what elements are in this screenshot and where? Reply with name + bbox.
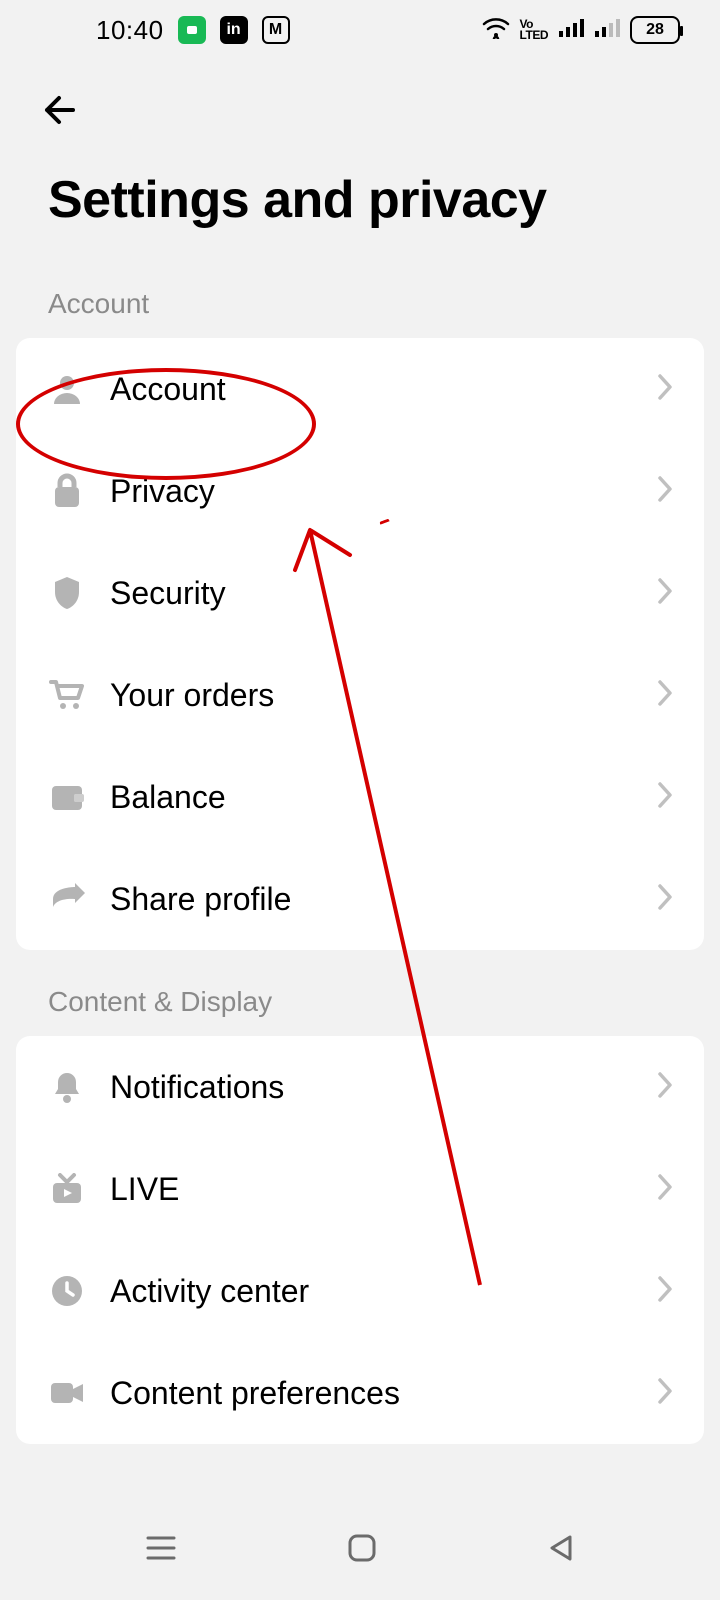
row-label: Content preferences xyxy=(88,1375,656,1412)
back-button[interactable] xyxy=(30,80,90,140)
status-left: 10:40 in M xyxy=(96,15,290,46)
row-label: Account xyxy=(88,371,656,408)
row-label: LIVE xyxy=(88,1171,656,1208)
row-share-profile[interactable]: Share profile xyxy=(16,848,704,950)
account-card: Account Privacy Security Your orders xyxy=(16,338,704,950)
volte-indicator: Vo LTED xyxy=(520,19,548,41)
chevron-right-icon xyxy=(656,474,674,509)
content-card: Notifications LIVE Activity center Conte… xyxy=(16,1036,704,1444)
row-notifications[interactable]: Notifications xyxy=(16,1036,704,1138)
shield-icon xyxy=(46,572,88,614)
share-icon xyxy=(46,878,88,920)
row-activity-center[interactable]: Activity center xyxy=(16,1240,704,1342)
app-icon-green xyxy=(178,16,206,44)
person-icon xyxy=(46,368,88,410)
chevron-right-icon xyxy=(656,372,674,407)
row-account[interactable]: Account xyxy=(16,338,704,440)
chevron-right-icon xyxy=(656,678,674,713)
clock-icon xyxy=(46,1270,88,1312)
chevron-right-icon xyxy=(656,780,674,815)
nav-home[interactable] xyxy=(326,1512,398,1589)
chevron-right-icon xyxy=(656,576,674,611)
row-security[interactable]: Security xyxy=(16,542,704,644)
signal-icon-1 xyxy=(558,15,584,46)
row-label: Your orders xyxy=(88,677,656,714)
gmail-icon: M xyxy=(262,16,290,44)
video-icon xyxy=(46,1372,88,1414)
row-content-preferences[interactable]: Content preferences xyxy=(16,1342,704,1444)
status-bar: 10:40 in M Vo LTED 28 xyxy=(0,0,720,60)
lock-icon xyxy=(46,470,88,512)
status-time: 10:40 xyxy=(96,15,164,46)
section-label-account: Account xyxy=(0,270,720,338)
chevron-right-icon xyxy=(656,1070,674,1105)
row-balance[interactable]: Balance xyxy=(16,746,704,848)
row-label: Privacy xyxy=(88,473,656,510)
tv-icon xyxy=(46,1168,88,1210)
status-right: Vo LTED 28 xyxy=(482,15,680,46)
row-label: Balance xyxy=(88,779,656,816)
row-label: Security xyxy=(88,575,656,612)
section-label-content: Content & Display xyxy=(0,950,720,1036)
page-title: Settings and privacy xyxy=(30,140,690,270)
battery-indicator: 28 xyxy=(630,16,680,44)
row-label: Activity center xyxy=(88,1273,656,1310)
signal-icon-2 xyxy=(594,15,620,46)
nav-recents[interactable] xyxy=(124,1514,198,1587)
wifi-icon xyxy=(482,15,510,46)
wallet-icon xyxy=(46,776,88,818)
system-nav-bar xyxy=(0,1500,720,1600)
linkedin-icon: in xyxy=(220,16,248,44)
nav-back[interactable] xyxy=(526,1513,596,1588)
chevron-right-icon xyxy=(656,1172,674,1207)
chevron-right-icon xyxy=(656,882,674,917)
chevron-right-icon xyxy=(656,1274,674,1309)
bell-icon xyxy=(46,1066,88,1108)
cart-icon xyxy=(46,674,88,716)
row-your-orders[interactable]: Your orders xyxy=(16,644,704,746)
chevron-right-icon xyxy=(656,1376,674,1411)
row-privacy[interactable]: Privacy xyxy=(16,440,704,542)
back-arrow-icon xyxy=(39,89,81,131)
row-label: Share profile xyxy=(88,881,656,918)
row-live[interactable]: LIVE xyxy=(16,1138,704,1240)
header: Settings and privacy xyxy=(0,60,720,270)
row-label: Notifications xyxy=(88,1069,656,1106)
